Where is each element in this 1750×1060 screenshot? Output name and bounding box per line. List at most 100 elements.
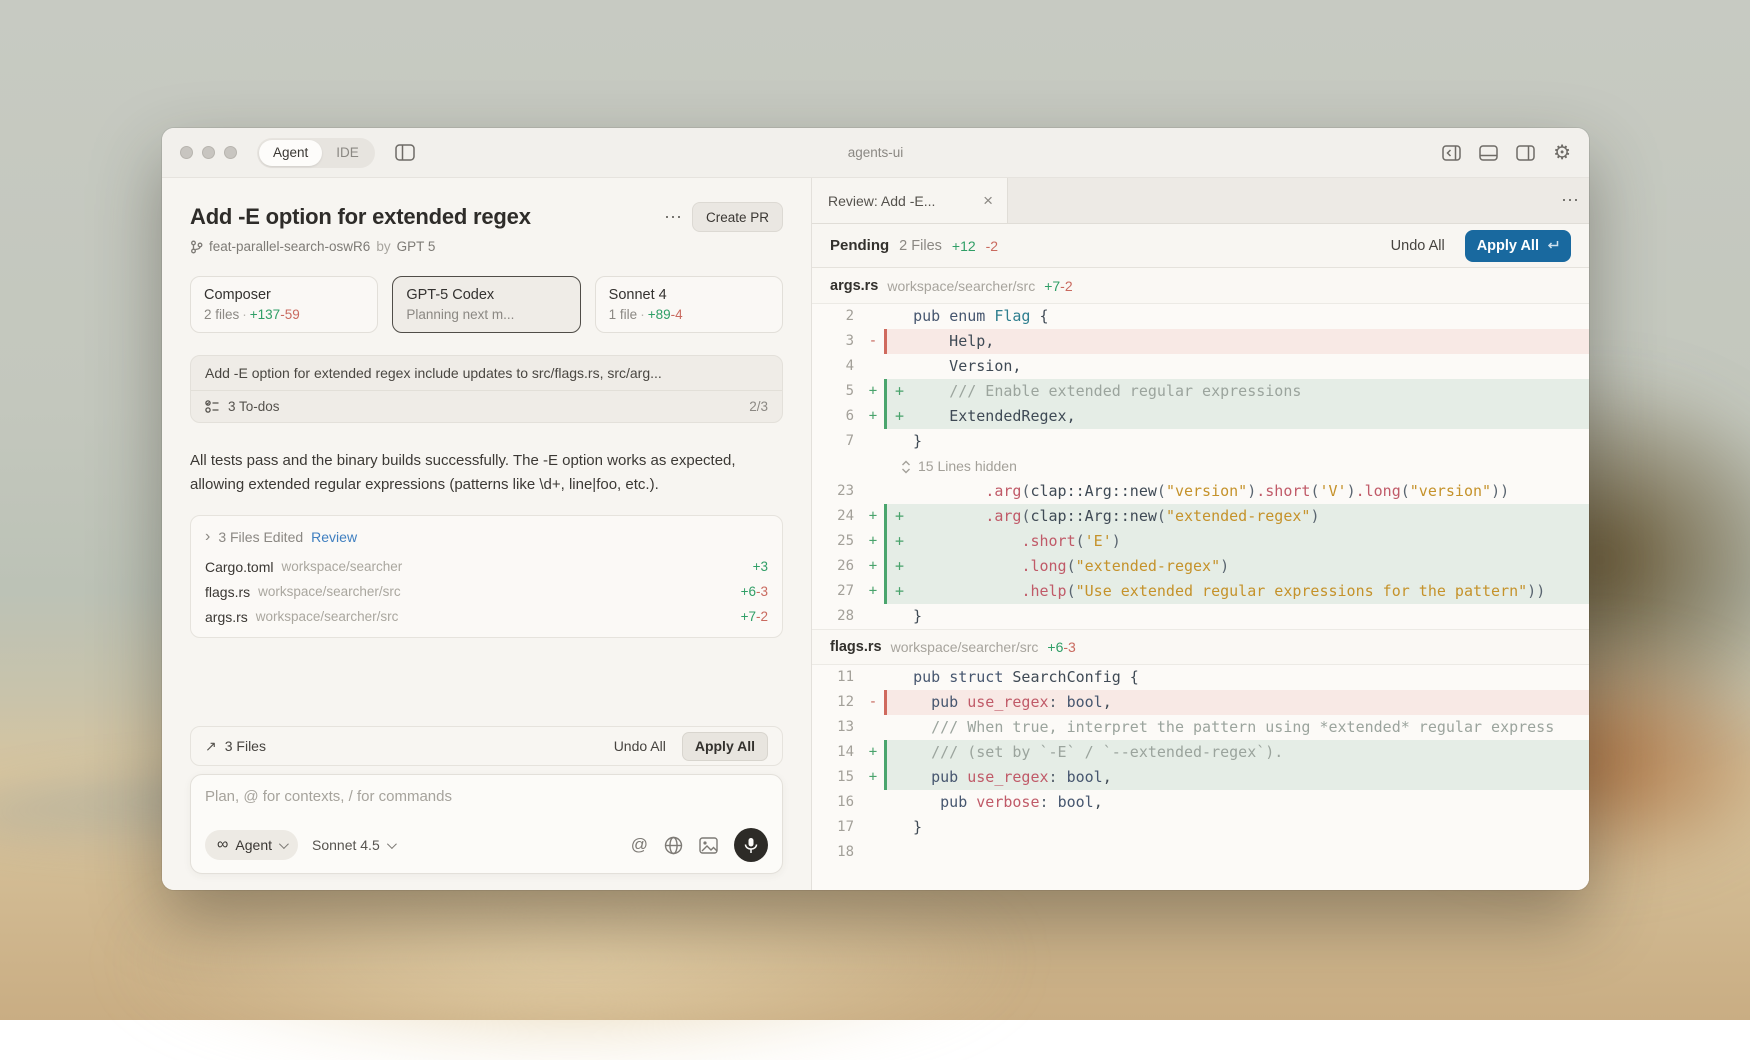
traffic-lights[interactable] — [180, 146, 237, 159]
tabstrip-menu-button[interactable]: ⋯ — [1551, 190, 1589, 211]
globe-icon[interactable] — [664, 836, 683, 855]
diff-line-content: /// (set by `-E` / `--extended-regex`). — [887, 740, 1589, 765]
diff-line-sign — [862, 790, 884, 815]
diff-file: args.rsworkspace/searcher/src+7-22 pub e… — [812, 268, 1589, 629]
diff-line-body: Help, — [884, 329, 1589, 354]
file-name: args.rs — [205, 609, 248, 625]
pending-files-label[interactable]: 3 Files — [225, 738, 266, 754]
file-additions: +7 — [741, 609, 756, 624]
diff-line-body: + .help("Use extended regular expression… — [884, 579, 1589, 604]
model-dropdown[interactable]: Sonnet 4.5 — [312, 837, 394, 853]
diff-line-number: 5 — [812, 379, 862, 404]
apply-all-button[interactable]: Apply All — [1465, 230, 1571, 262]
agent-card-status: 2 files·+137-59 — [204, 307, 364, 322]
diff-line-sign — [862, 454, 884, 479]
diff-file-name: flags.rs — [830, 639, 882, 655]
file-stats: +3 — [753, 559, 768, 574]
tab-agent[interactable]: Agent — [259, 140, 322, 166]
diff-line-number: 27 — [812, 579, 862, 604]
diff-row: 5++ /// Enable extended regular expressi… — [812, 379, 1589, 404]
titlebar: Agent IDE agents-ui — [162, 128, 1589, 178]
file-row[interactable]: flags.rsworkspace/searcher/src+6-3 — [191, 579, 782, 604]
apply-all-button-left[interactable]: Apply All — [682, 732, 768, 761]
undo-all-button[interactable]: Undo All — [1381, 234, 1455, 258]
sidebar-toggle-icon[interactable] — [395, 144, 415, 161]
diff-row: 26++ .long("extended-regex") — [812, 554, 1589, 579]
diff-line-content: + .arg(clap::Arg::new("extended-regex") — [887, 504, 1589, 529]
microphone-button[interactable] — [734, 828, 768, 862]
diff-file-path: workspace/searcher/src — [891, 639, 1039, 655]
close-window-button[interactable] — [180, 146, 193, 159]
page-title: Add -E option for extended regex — [190, 204, 654, 230]
diff-line-number — [812, 454, 862, 479]
diff-line-content: pub verbose: bool, — [887, 790, 1589, 815]
file-path: workspace/searcher/src — [256, 609, 399, 624]
diff-file-header[interactable]: args.rsworkspace/searcher/src+7-2 — [812, 268, 1589, 304]
panel-left-collapse-icon[interactable] — [1442, 145, 1461, 161]
todo-box[interactable]: Add -E option for extended regex include… — [190, 355, 783, 423]
image-icon[interactable] — [699, 837, 718, 854]
create-pr-button[interactable]: Create PR — [692, 202, 783, 232]
diff-line-body: pub use_regex: bool, — [884, 690, 1589, 715]
diff-line-body: .arg(clap::Arg::new("version").short('V'… — [884, 479, 1589, 504]
diff-line-sign: + — [862, 504, 884, 529]
file-row[interactable]: args.rsworkspace/searcher/src+7-2 — [191, 604, 782, 629]
hidden-lines-label: 15 Lines hidden — [918, 454, 1017, 479]
file-row[interactable]: Cargo.tomlworkspace/searcher+3 — [191, 554, 782, 579]
diff-line-sign: + — [862, 740, 884, 765]
diff-line-content: pub use_regex: bool, — [887, 765, 1589, 790]
diff-line-sign: + — [862, 529, 884, 554]
minimize-window-button[interactable] — [202, 146, 215, 159]
diff-line-content: + .short('E') — [887, 529, 1589, 554]
diff-file-deletions: -3 — [1063, 639, 1075, 655]
diff-line-content — [887, 840, 1589, 865]
diff-line-sign: + — [862, 404, 884, 429]
panel-right-icon[interactable] — [1516, 145, 1535, 161]
task-menu-button[interactable]: ⋯ — [654, 207, 692, 228]
agent-summary-text: All tests pass and the binary builds suc… — [190, 449, 770, 497]
diff-line-number: 26 — [812, 554, 862, 579]
agent-card-status: Planning next m... — [406, 307, 566, 322]
files-edited-card: › 3 Files Edited Review Cargo.tomlworksp… — [190, 515, 783, 638]
diff-line-body: + /// Enable extended regular expression… — [884, 379, 1589, 404]
agent-mode-dropdown[interactable]: ∞ Agent — [205, 830, 298, 860]
diff-line-body: + .long("extended-regex") — [884, 554, 1589, 579]
diff-file-header[interactable]: flags.rsworkspace/searcher/src+6-3 — [812, 629, 1589, 665]
diff-line-content: .arg(clap::Arg::new("version").short('V'… — [887, 479, 1589, 504]
pending-files-count: 2 Files — [899, 238, 942, 254]
agent-card[interactable]: GPT-5 CodexPlanning next m... — [392, 276, 580, 333]
diff-line-sign — [862, 715, 884, 740]
diff-line-sign — [862, 815, 884, 840]
review-link[interactable]: Review — [311, 529, 357, 545]
zoom-window-button[interactable] — [224, 146, 237, 159]
diff-line-number: 2 — [812, 304, 862, 329]
branch-name[interactable]: feat-parallel-search-oswR6 — [209, 239, 370, 254]
panel-bottom-icon[interactable] — [1479, 145, 1498, 161]
hidden-lines-toggle[interactable]: 15 Lines hidden — [895, 454, 1589, 479]
diff-row: 25++ .short('E') — [812, 529, 1589, 554]
diff-line-number: 25 — [812, 529, 862, 554]
diff-line-body: 15 Lines hidden — [884, 454, 1589, 479]
agent-deletions: -4 — [671, 307, 683, 322]
files-edited-header[interactable]: › 3 Files Edited Review — [191, 520, 782, 554]
diff-file-stats: +7-2 — [1044, 278, 1072, 294]
tab-review[interactable]: Review: Add -E... × — [812, 178, 1008, 223]
diff-row: 15 Lines hidden — [812, 454, 1589, 479]
diff-line-body: } — [884, 429, 1589, 454]
mention-icon[interactable]: @ — [631, 835, 648, 855]
close-tab-icon[interactable]: × — [983, 191, 993, 211]
agent-card[interactable]: Composer2 files·+137-59 — [190, 276, 378, 333]
tab-ide[interactable]: IDE — [322, 140, 373, 166]
diff-line-sign — [862, 604, 884, 629]
diff-area[interactable]: args.rsworkspace/searcher/src+7-22 pub e… — [812, 268, 1589, 890]
diff-line-number: 24 — [812, 504, 862, 529]
undo-all-button-left[interactable]: Undo All — [606, 734, 674, 758]
file-path: workspace/searcher/src — [258, 584, 401, 599]
diff-line-content: Version, — [887, 354, 1589, 379]
todos-row[interactable]: 3 To-dos 2/3 — [191, 390, 782, 422]
diff-line-content: + ExtendedRegex, — [887, 404, 1589, 429]
chat-input[interactable] — [205, 788, 768, 805]
settings-gear-icon[interactable]: ⚙ — [1553, 143, 1571, 163]
composer: ∞ Agent Sonnet 4.5 @ — [190, 774, 783, 874]
agent-card[interactable]: Sonnet 41 file·+89-4 — [595, 276, 783, 333]
